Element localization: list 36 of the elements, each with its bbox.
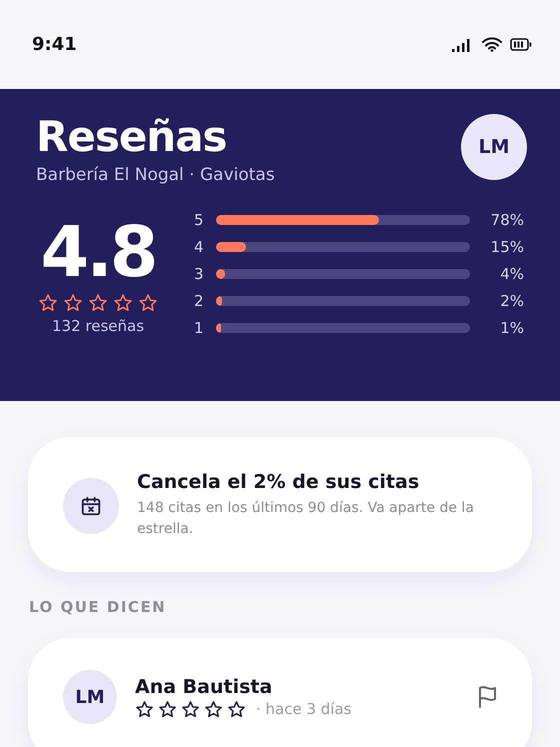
battery-icon — [510, 38, 532, 51]
percent-label: 2% — [499, 292, 524, 310]
notice-title: Cancela el 2% de sus citas — [137, 471, 420, 493]
reviewer-avatar: LM — [63, 670, 117, 724]
flag-icon[interactable] — [476, 685, 498, 709]
page-title: Reseñas — [36, 111, 228, 163]
star-icon — [138, 293, 158, 313]
star-icon — [88, 293, 108, 313]
section-heading: LO QUE DICEN — [29, 598, 168, 616]
wifi-icon — [482, 37, 502, 52]
rating-value: 4.8 — [40, 215, 156, 289]
star-icon — [227, 700, 246, 718]
business-name: Barbería El Nogal · Gaviotas — [36, 165, 275, 185]
star-icon — [113, 293, 133, 313]
percent-label: 1% — [499, 319, 524, 337]
percent-label: 4% — [499, 265, 524, 283]
percent-label: 78% — [490, 211, 524, 229]
star-level-label: 4 — [194, 238, 205, 256]
percent-label: 15% — [490, 238, 524, 256]
star-level-label: 5 — [194, 211, 205, 229]
review-time: · hace 3 días — [256, 700, 352, 718]
star-icon — [181, 700, 200, 718]
star-level-label: 3 — [194, 265, 205, 283]
star-level-label: 1 — [194, 319, 205, 337]
calendar-x-icon — [80, 494, 102, 516]
star-level-label: 2 — [194, 292, 205, 310]
star-icon — [158, 700, 177, 718]
star-icon — [38, 293, 58, 313]
profile-avatar[interactable]: LM — [461, 114, 527, 180]
status-time: 9:41 — [32, 34, 77, 55]
star-icon — [204, 700, 223, 718]
notice-text: 148 citas en los últimos 90 días. Va aparte de la estrella. — [137, 499, 475, 539]
reviewer-name: Ana Bautista — [135, 676, 274, 698]
star-icon — [135, 700, 154, 718]
star-icon — [63, 293, 83, 313]
review-count: 132 reseñas — [52, 317, 144, 335]
